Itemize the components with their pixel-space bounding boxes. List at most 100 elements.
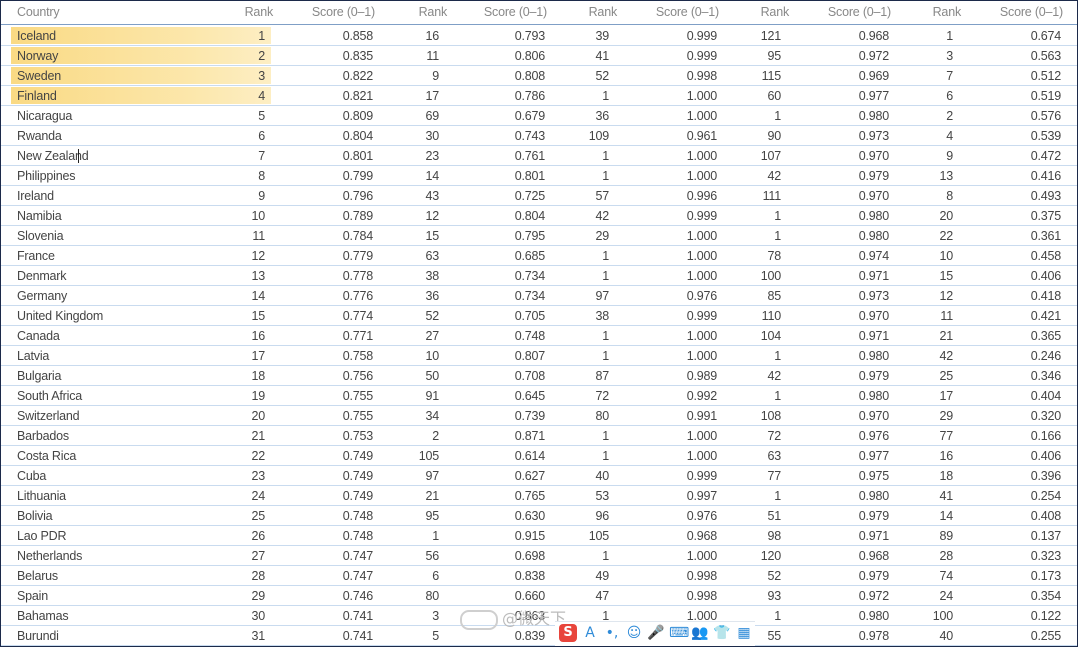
rank-cell: 1 xyxy=(258,29,265,43)
rank-cell: 4 xyxy=(946,129,953,143)
score-cell: 0.789 xyxy=(342,209,373,223)
country-cell: Canada xyxy=(17,329,60,343)
rank-cell: 13 xyxy=(939,169,953,183)
country-cell: Belarus xyxy=(17,569,58,583)
rank-cell: 89 xyxy=(939,529,953,543)
rank-cell: 52 xyxy=(425,309,439,323)
table-row: Lithuania 24 0.749 21 0.765 53 0.997 1 0.980 41 0.… xyxy=(1,486,1077,506)
score-cell: 1.000 xyxy=(686,169,717,183)
table-row: Germany 14 0.776 36 0.734 97 0.976 85 0.973 12 0.4… xyxy=(1,286,1077,306)
table-row: Netherlands 27 0.747 56 0.698 1 1.000 120 0.968 2… xyxy=(1,546,1077,566)
emoji-icon[interactable]: ☺ xyxy=(625,624,643,642)
score-cell: 0.749 xyxy=(342,469,373,483)
table-row: Rwanda 6 0.804 30 0.743 109 0.961 90 0.973 4 0.539 xyxy=(1,126,1077,146)
score-cell: 0.998 xyxy=(686,569,717,583)
rank-cell: 110 xyxy=(761,309,782,323)
score-cell: 0.660 xyxy=(514,589,545,603)
score-cell: 0.835 xyxy=(342,49,373,63)
score-cell: 1.000 xyxy=(686,429,717,443)
rank-cell: 47 xyxy=(595,589,609,603)
table-row: Lao PDR 26 0.748 1 0.915 105 0.968 98 0.971 89 0.1… xyxy=(1,526,1077,546)
rank-cell: 12 xyxy=(251,249,265,263)
score-cell: 0.346 xyxy=(1030,369,1061,383)
rank-cell: 34 xyxy=(425,409,439,423)
score-cell: 0.166 xyxy=(1030,429,1061,443)
rank-cell: 98 xyxy=(767,529,781,543)
country-cell: New Zealand xyxy=(17,149,89,163)
rank-cell: 53 xyxy=(595,489,609,503)
score-cell: 0.980 xyxy=(858,349,889,363)
rank-cell: 49 xyxy=(595,569,609,583)
grid-menu-icon[interactable]: ▦ xyxy=(735,624,753,642)
rank-cell: 10 xyxy=(425,349,439,363)
country-cell: Spain xyxy=(17,589,48,603)
rank-cell: 5 xyxy=(432,629,439,643)
sogou-s-icon[interactable]: S xyxy=(559,624,577,642)
rank-cell: 96 xyxy=(595,509,609,523)
rank-cell: 8 xyxy=(946,189,953,203)
contacts-icon[interactable]: 👥 xyxy=(691,624,709,642)
score-cell: 0.999 xyxy=(686,469,717,483)
rank-cell: 6 xyxy=(946,89,953,103)
score-cell: 0.365 xyxy=(1030,329,1061,343)
skin-shirt-icon[interactable]: 👕 xyxy=(713,624,731,642)
rank-cell: 72 xyxy=(767,429,781,443)
score-cell: 0.765 xyxy=(514,489,545,503)
country-cell: Norway xyxy=(17,49,59,63)
rank-cell: 111 xyxy=(762,189,782,203)
score-cell: 0.778 xyxy=(342,269,373,283)
rank-cell: 22 xyxy=(939,229,953,243)
rank-cell: 12 xyxy=(425,209,439,223)
score-cell: 0.576 xyxy=(1030,109,1061,123)
rank-cell: 56 xyxy=(425,549,439,563)
table-row: Belarus 28 0.747 6 0.838 49 0.998 52 0.979 74 0.17… xyxy=(1,566,1077,586)
table-header: Country Rank Score (0–1) Rank Score (0–1) Ran… xyxy=(1,1,1077,25)
rank-cell: 120 xyxy=(760,549,781,563)
rank-cell: 20 xyxy=(939,209,953,223)
watermark: @微天下 xyxy=(460,605,566,630)
country-cell: Rwanda xyxy=(17,129,62,143)
rank-cell: 1 xyxy=(432,529,439,543)
rank-cell: 1 xyxy=(602,89,609,103)
score-cell: 0.999 xyxy=(686,29,717,43)
score-cell: 0.320 xyxy=(1030,409,1061,423)
font-a-icon[interactable]: A xyxy=(581,624,599,642)
country-cell: Costa Rica xyxy=(17,449,77,463)
rank-cell: 16 xyxy=(251,329,265,343)
rank-cell: 1 xyxy=(774,109,781,123)
country-cell: Switzerland xyxy=(17,409,80,423)
score-cell: 0.989 xyxy=(686,369,717,383)
rank-cell: 7 xyxy=(258,149,265,163)
score-cell: 0.992 xyxy=(686,389,717,403)
table-row: Spain 29 0.746 80 0.660 47 0.998 93 0.972 24 0.354 xyxy=(1,586,1077,606)
score-cell: 0.472 xyxy=(1030,149,1061,163)
score-cell: 1.000 xyxy=(686,449,717,463)
rank-cell: 1 xyxy=(946,29,953,43)
score-cell: 0.323 xyxy=(1030,549,1061,563)
score-cell: 0.973 xyxy=(858,289,889,303)
rank-cell: 69 xyxy=(425,109,439,123)
score-cell: 0.799 xyxy=(342,169,373,183)
rank-cell: 15 xyxy=(939,269,953,283)
rank-cell: 100 xyxy=(760,269,781,283)
rank-cell: 1 xyxy=(774,389,781,403)
rank-cell: 93 xyxy=(767,589,781,603)
rank-cell: 6 xyxy=(258,129,265,143)
score-cell: 0.968 xyxy=(686,529,717,543)
score-cell: 0.758 xyxy=(342,349,373,363)
score-cell: 0.980 xyxy=(858,489,889,503)
rank-cell: 105 xyxy=(418,449,439,463)
punctuation-icon[interactable]: •, xyxy=(603,624,621,642)
score-cell: 0.679 xyxy=(514,109,545,123)
rank-cell: 18 xyxy=(251,369,265,383)
column-header-rank: Rank xyxy=(932,5,962,19)
score-cell: 0.674 xyxy=(1030,29,1061,43)
microphone-icon[interactable]: 🎤 xyxy=(647,624,665,642)
score-cell: 0.980 xyxy=(858,609,889,623)
score-cell: 0.539 xyxy=(1030,129,1061,143)
rank-cell: 1 xyxy=(602,269,609,283)
score-cell: 0.976 xyxy=(686,509,717,523)
keyboard-icon[interactable]: ⌨ xyxy=(669,624,689,642)
score-cell: 0.774 xyxy=(342,309,373,323)
rank-cell: 13 xyxy=(251,269,265,283)
